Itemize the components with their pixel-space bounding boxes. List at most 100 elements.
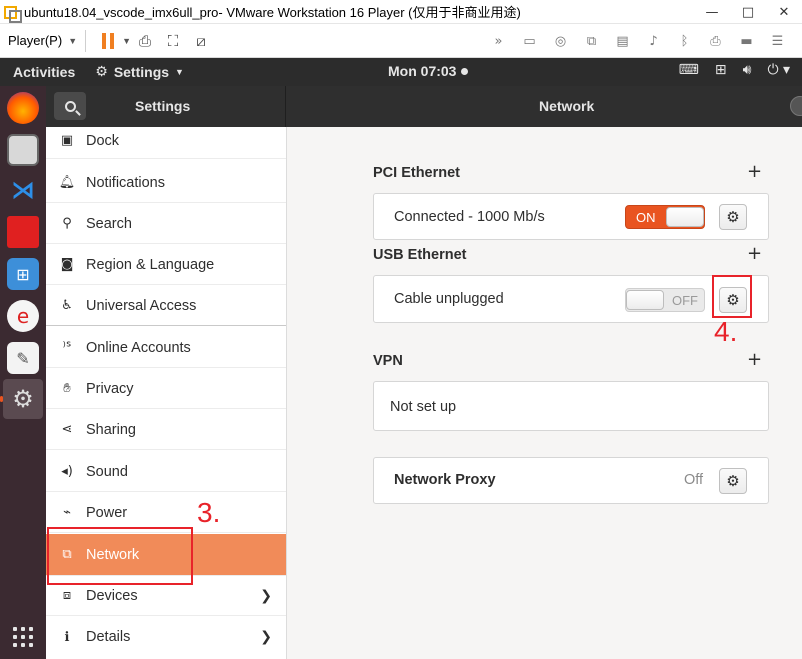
app-menu-label: Settings xyxy=(113,64,170,80)
files-icon[interactable] xyxy=(7,134,39,166)
chevron-down-icon[interactable]: ▼ xyxy=(122,36,131,46)
pause-icon xyxy=(102,32,115,49)
add-pci-connection-button[interactable]: + xyxy=(747,161,762,182)
usb-controller-icon[interactable]: ▤ xyxy=(608,27,637,55)
sidebar-item-notifications[interactable]: 🔔︎ Notifications xyxy=(46,163,286,203)
annotation-step-3: 3. xyxy=(197,497,221,528)
camera-icon: ◙ xyxy=(60,257,74,272)
calculator-icon[interactable]: ⊞ xyxy=(7,258,39,290)
share-icon: ⋖ xyxy=(61,422,73,437)
message-log-icon[interactable]: ☰ xyxy=(763,27,792,55)
removable-device-icon[interactable]: ▬ xyxy=(732,27,761,55)
text-editor-icon[interactable]: ✎ xyxy=(7,342,39,374)
dock-icon: ▣ xyxy=(60,133,74,148)
activities-button[interactable]: Activities xyxy=(13,64,75,80)
sidebar-item-label: Dock xyxy=(86,132,120,149)
notification-dot-icon xyxy=(461,67,469,75)
more-devices-button[interactable]: » xyxy=(484,27,513,55)
network-adapter-icon[interactable]: ⧉ xyxy=(577,27,606,55)
pci-ethernet-toggle[interactable]: ON xyxy=(625,205,705,229)
sidebar-item-search[interactable]: ⚲ Search xyxy=(46,204,286,244)
chevron-right-icon: ❯ xyxy=(260,587,272,604)
toggle-knob xyxy=(666,207,704,227)
vmware-logo-icon xyxy=(4,4,22,23)
fullscreen-icon: ⛶ xyxy=(167,31,179,50)
red-app-icon[interactable] xyxy=(7,216,39,248)
speaker-icon: ◂) xyxy=(61,464,73,479)
toggle-knob xyxy=(626,290,664,310)
pci-settings-button[interactable]: ⚙ xyxy=(719,204,747,230)
gear-icon: ⚙ xyxy=(726,472,740,490)
vscode-icon[interactable]: ⋊ xyxy=(7,174,39,206)
ubuntu-dock: ⋊ ⊞ e ✎ ⚙ xyxy=(0,86,46,659)
network-proxy-status: Off xyxy=(684,472,704,488)
toggle-off-label: OFF xyxy=(672,293,698,308)
sidebar-item-sound[interactable]: ◂) Sound xyxy=(46,452,286,492)
keyboard-icon[interactable]: ⌨ xyxy=(679,62,699,78)
sidebar-item-sharing[interactable]: ⋖ Sharing xyxy=(46,410,286,450)
bell-icon: 🔔︎ xyxy=(58,175,76,190)
usb-status: Cable unplugged xyxy=(394,291,504,307)
power-plug-icon: ⌁ xyxy=(63,505,71,520)
sidebar-item-label: Notifications xyxy=(86,174,165,191)
add-vpn-button[interactable]: + xyxy=(747,349,762,370)
devices-icon: ⧈ xyxy=(62,588,72,603)
sidebar-item-label: Search xyxy=(86,215,132,232)
usb-ethernet-card: Cable unplugged OFF ⚙ xyxy=(373,275,769,323)
sidebar-item-label: Privacy xyxy=(86,380,134,397)
pause-button[interactable] xyxy=(94,27,122,55)
window-title: ubuntu18.04_vscode_imx6ull_pro- VMware W… xyxy=(24,5,521,20)
printer-icon[interactable]: ⎙ xyxy=(701,27,730,55)
unity-icon: ⧄ xyxy=(196,31,206,50)
window-close-button[interactable] xyxy=(790,96,802,116)
hard-disk-icon[interactable]: ▭ xyxy=(515,27,544,55)
show-applications-icon[interactable] xyxy=(13,627,33,647)
proxy-settings-button[interactable]: ⚙ xyxy=(719,468,747,494)
fullscreen-button[interactable]: ⛶ xyxy=(159,27,187,55)
window-controls: — □ ✕ xyxy=(694,0,802,24)
sidebar-item-online-accounts[interactable]: ⁾ᔆ Online Accounts xyxy=(46,328,286,368)
ubuntu-top-bar: Activities ⚙ Settings ▼ Mon 07:03 ⌨ ⊞ 🔊︎… xyxy=(0,58,802,86)
power-icon[interactable]: ⏻ ▾ xyxy=(767,62,790,78)
gear-icon: ⚙ xyxy=(726,208,740,226)
sidebar-item-privacy[interactable]: ✋︎ Privacy xyxy=(46,369,286,409)
close-button[interactable]: ✕ xyxy=(766,0,802,24)
info-icon: ℹ xyxy=(64,629,70,645)
sidebar-item-universal-access[interactable]: ♿︎ Universal Access xyxy=(46,286,286,326)
sound-card-icon[interactable]: ♪ xyxy=(639,27,668,55)
sidebar-item-label: Online Accounts xyxy=(86,339,191,356)
app-menu[interactable]: ⚙ Settings ▼ xyxy=(95,64,184,80)
usb-ethernet-title: USB Ethernet xyxy=(373,247,467,263)
add-usb-connection-button[interactable]: + xyxy=(747,243,762,264)
firefox-icon[interactable] xyxy=(7,92,39,124)
vpn-title: VPN xyxy=(373,353,403,369)
sidebar-item-label: Universal Access xyxy=(86,297,197,314)
search-icon: ⚲ xyxy=(62,216,72,231)
player-menu[interactable]: Player(P) ▼ xyxy=(8,33,77,48)
unity-button[interactable]: ⧄ xyxy=(187,27,215,55)
editor-e-icon[interactable]: e xyxy=(7,300,39,332)
sidebar-item-dock[interactable]: ▣ Dock xyxy=(46,123,286,159)
wired-network-icon[interactable]: ⊞ xyxy=(715,62,727,78)
search-button[interactable] xyxy=(54,92,86,120)
dock-running-indicator xyxy=(0,396,3,402)
volume-icon[interactable]: 🔊︎ xyxy=(743,62,752,78)
usb-ethernet-toggle[interactable]: OFF xyxy=(625,288,705,312)
cd-drive-icon[interactable]: ◎ xyxy=(546,27,575,55)
settings-app-icon: ⚙ xyxy=(95,64,108,80)
vpn-status: Not set up xyxy=(390,399,457,415)
sidebar-item-label: Devices xyxy=(86,587,138,604)
pci-ethernet-title: PCI Ethernet xyxy=(373,165,461,181)
network-proxy-card[interactable]: Network Proxy Off ⚙ xyxy=(373,457,769,504)
clock[interactable]: Mon 07:03 xyxy=(388,63,469,79)
send-ctrl-alt-del-button[interactable]: ⎙ xyxy=(131,27,159,55)
bluetooth-icon[interactable]: ᛒ xyxy=(670,27,699,55)
minimize-button[interactable]: — xyxy=(694,0,730,24)
maximize-button[interactable]: □ xyxy=(730,0,766,24)
toolbar-divider xyxy=(85,29,87,52)
sidebar-item-details[interactable]: ℹ Details ❯ xyxy=(46,617,286,657)
sidebar-item-region-language[interactable]: ◙ Region & Language xyxy=(46,245,286,285)
system-tray: ⌨ ⊞ 🔊︎ ⏻ ▾ xyxy=(679,62,790,78)
settings-icon[interactable]: ⚙ xyxy=(7,383,39,415)
hand-icon: ✋︎ xyxy=(63,381,71,396)
